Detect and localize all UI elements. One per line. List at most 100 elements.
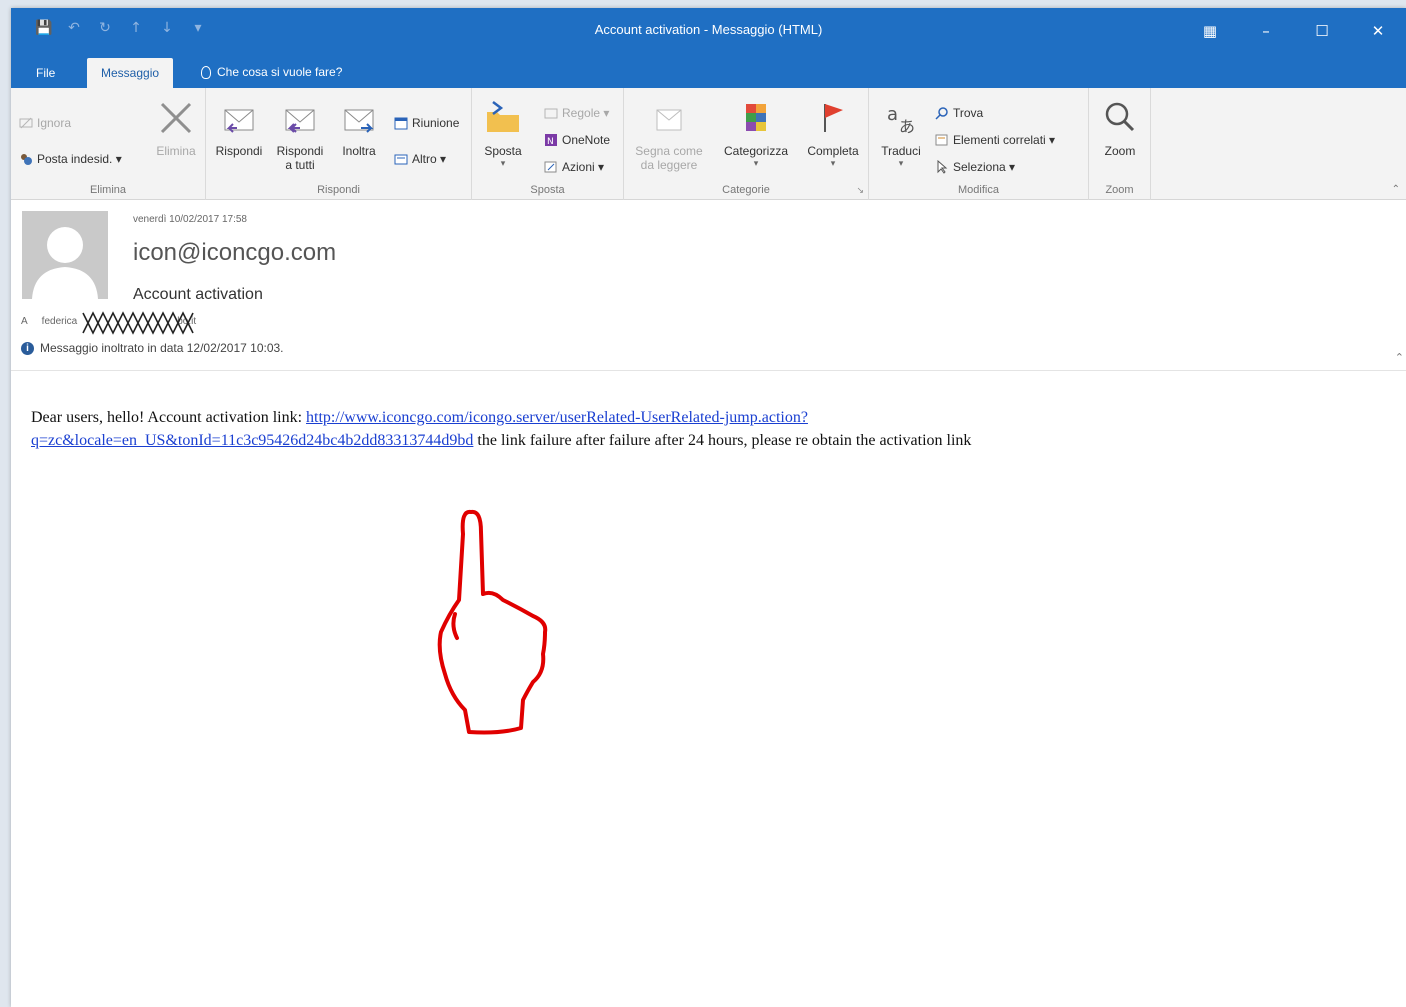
segna-label-2: da leggere [640, 158, 698, 172]
magnifier-icon [1105, 102, 1135, 132]
onenote-icon: N [545, 134, 557, 147]
rispondi-button[interactable]: Rispondi [212, 98, 266, 158]
categorizza-button[interactable]: Categorizza ▾ [716, 98, 796, 169]
elementi-correlati-label: Elementi correlati ▾ [953, 133, 1056, 147]
cursor-icon [937, 160, 948, 174]
rispondi-label: Rispondi [215, 144, 263, 158]
reply-all-icon [285, 109, 315, 133]
svg-text:あ: あ [899, 117, 915, 136]
activation-link-line-1: http://www.iconcgo.com/icongo.server/use… [306, 409, 808, 426]
ribbon: Ignora Posta indesid. ▾ Elimina Elimina … [11, 88, 1406, 200]
info-text: Messaggio inoltrato in data 12/02/2017 1… [40, 341, 284, 355]
seleziona-button[interactable]: Seleziona ▾ [935, 160, 1015, 174]
inoltra-label: Inoltra [342, 144, 376, 158]
activation-link-line-2: q=zc&locale=en_US&tonId=11c3c95426d24bc4… [31, 432, 474, 449]
categorize-icon [746, 104, 766, 131]
traduci-button[interactable]: aあ Traduci ▾ [875, 98, 927, 169]
group-label-categorie: Categorie [722, 184, 770, 196]
mark-unread-icon [656, 109, 682, 131]
ignora-label: Ignora [37, 116, 72, 130]
message-body: Dear users, hello! Account activation li… [31, 406, 1331, 452]
altro-label: Altro ▾ [412, 152, 447, 166]
forward-icon [344, 109, 374, 133]
avatar [22, 211, 108, 299]
collapse-ribbon-icon[interactable]: ⌃ [1392, 184, 1400, 195]
sposta-label: Sposta [484, 144, 522, 158]
title-bar: 💾 ↶ ↻ ↑ ↓ ▾ Account activation - Messagg… [11, 8, 1406, 54]
categorizza-label: Categorizza [723, 144, 789, 158]
group-label-modifica: Modifica [958, 184, 999, 196]
regole-button[interactable]: Regole ▾ [544, 106, 609, 120]
reply-icon [224, 109, 254, 133]
segna-come-da-leggere-button[interactable]: Segna come da leggere [628, 98, 710, 172]
ribbon-display-options-icon[interactable]: ▦ [1182, 8, 1238, 54]
posta-indesid-label: Posta indesid. ▾ [37, 152, 122, 166]
group-label-elimina: Elimina [89, 184, 127, 196]
related-items-icon [935, 134, 948, 146]
seleziona-label: Seleziona ▾ [953, 160, 1016, 174]
riunione-button[interactable]: Riunione [394, 116, 459, 130]
tell-me-label: Che cosa si vuole fare? [217, 65, 343, 79]
close-button[interactable]: ✕ [1350, 8, 1406, 54]
minimize-button[interactable]: – [1238, 8, 1294, 54]
trova-label: Trova [953, 106, 984, 120]
azioni-button[interactable]: Azioni ▾ [544, 160, 604, 174]
altro-button[interactable]: Altro ▾ [394, 152, 446, 166]
info-icon: i [21, 341, 34, 355]
elimina-label: Elimina [156, 144, 196, 158]
rispondi-tutti-label-1: Rispondi [276, 144, 324, 158]
tab-messaggio[interactable]: Messaggio [87, 58, 174, 88]
completa-label: Completa [807, 144, 859, 158]
body-outro-text: the link failure after failure after 24 … [473, 432, 972, 449]
onenote-label: OneNote [562, 133, 611, 147]
regole-label: Regole ▾ [562, 106, 610, 120]
trova-button[interactable]: Trova [935, 106, 983, 120]
redaction-scribble [82, 311, 194, 335]
zoom-button[interactable]: Zoom [1093, 98, 1147, 158]
group-label-sposta: Sposta [530, 184, 565, 196]
meeting-icon [394, 117, 408, 130]
group-sposta: Sposta ▾ Regole ▾ N OneNote Azioni ▾ Spo… [472, 88, 624, 200]
group-rispondi: Rispondi Rispondi a tutti Inoltra Riunio… [206, 88, 472, 200]
zoom-label: Zoom [1104, 144, 1136, 158]
tab-file[interactable]: File [22, 58, 69, 88]
sposta-button[interactable]: Sposta ▾ [478, 98, 528, 169]
onenote-button[interactable]: N OneNote [544, 133, 610, 147]
posta-indesiderata-button[interactable]: Posta indesid. ▾ [19, 152, 122, 166]
expand-header-icon[interactable]: ⌃ [1395, 351, 1404, 364]
elimina-button[interactable]: Elimina [151, 98, 201, 158]
actions-icon [544, 161, 557, 173]
to-prefix: A [21, 316, 28, 327]
translate-icon: aあ [887, 104, 915, 136]
rispondi-a-tutti-button[interactable]: Rispondi a tutti [270, 98, 330, 172]
riunione-label: Riunione [412, 116, 460, 130]
group-elimina: Ignora Posta indesid. ▾ Elimina Elimina [11, 88, 206, 200]
group-label-rispondi: Rispondi [317, 184, 360, 196]
ignora-button[interactable]: Ignora [19, 116, 71, 130]
info-bar: i Messaggio inoltrato in data 12/02/2017… [21, 341, 284, 355]
lightbulb-icon [201, 65, 211, 79]
body-intro-text: Dear users, hello! Account activation li… [31, 409, 307, 426]
inoltra-button[interactable]: Inoltra [334, 98, 384, 158]
search-icon [935, 107, 948, 120]
dialog-launcher-icon[interactable]: ↘ [856, 185, 864, 196]
person-silhouette-icon [32, 227, 98, 299]
flag-icon [824, 104, 843, 132]
azioni-label: Azioni ▾ [562, 160, 605, 174]
message-subject: Account activation [133, 286, 263, 303]
pointing-hand-annotation [437, 509, 548, 735]
maximize-button[interactable]: ☐ [1294, 8, 1350, 54]
outlook-message-window: 💾 ↶ ↻ ↑ ↓ ▾ Account activation - Messagg… [11, 8, 1406, 1007]
rules-icon [544, 108, 558, 119]
group-categorie: Segna come da leggere Categorizza ▾ Comp… [624, 88, 869, 200]
completa-button[interactable]: Completa ▾ [802, 98, 864, 169]
ribbon-tabs: File Messaggio Che cosa si vuole fare? [11, 54, 1406, 88]
elementi-correlati-button[interactable]: Elementi correlati ▾ [935, 133, 1055, 147]
tell-me-box[interactable]: Che cosa si vuole fare? [187, 58, 356, 88]
more-respond-icon [394, 154, 408, 165]
delete-x-icon [160, 102, 192, 134]
sender-address[interactable]: icon@iconcgo.com [133, 239, 336, 267]
message-header: venerdì 10/02/2017 17:58 icon@iconcgo.co… [11, 201, 1406, 371]
group-zoom: Zoom Zoom [1089, 88, 1151, 200]
ignore-icon [19, 117, 33, 129]
